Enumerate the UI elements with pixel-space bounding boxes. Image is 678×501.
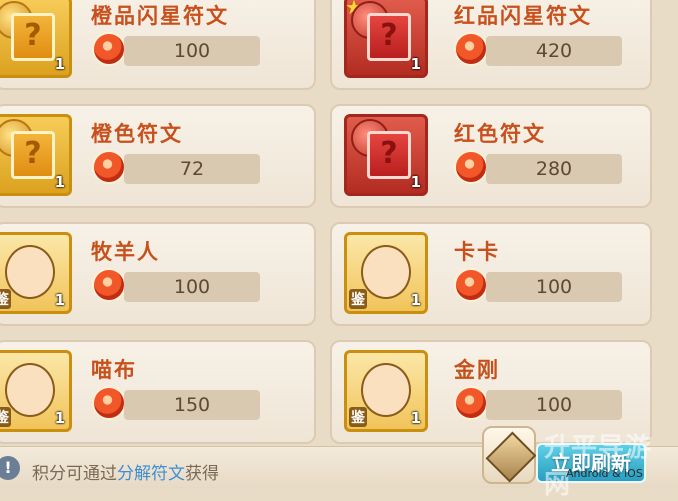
item-name: 橙品闪星符文 bbox=[91, 4, 229, 28]
mystery-box-icon: ? bbox=[11, 13, 55, 61]
item-thumbnail: ? 1 bbox=[0, 114, 72, 196]
price-button[interactable]: 100 bbox=[124, 272, 260, 302]
price-button[interactable]: 100 bbox=[486, 390, 622, 420]
item-name: 红色符文 bbox=[454, 122, 546, 146]
decompose-rune-link[interactable]: 分解符文 bbox=[117, 464, 185, 484]
points-currency-icon bbox=[454, 386, 488, 420]
item-name: 喵布 bbox=[91, 358, 137, 382]
item-count: 1 bbox=[410, 291, 421, 309]
points-hint: 积分可通过分解符文获得 bbox=[32, 459, 219, 484]
shop-item-card[interactable]: ? 1 红色符文 280 bbox=[330, 104, 652, 208]
points-currency-icon bbox=[92, 386, 126, 420]
crystal-gem-icon bbox=[485, 431, 537, 483]
item-thumbnail: ? 1 bbox=[344, 114, 428, 196]
points-currency-icon bbox=[92, 32, 126, 66]
price-button[interactable]: 150 bbox=[124, 390, 260, 420]
watermark: 升平导游网 bbox=[544, 433, 653, 500]
item-count: 1 bbox=[54, 409, 65, 427]
item-name: 牧羊人 bbox=[91, 240, 160, 264]
mystery-box-icon: ? bbox=[11, 131, 55, 179]
item-count: 1 bbox=[410, 55, 421, 73]
appraise-badge: 鉴 bbox=[0, 407, 11, 427]
refresh-crystal-icon bbox=[482, 426, 537, 484]
shop-item-card[interactable]: 鉴 1 喵布 150 bbox=[0, 340, 316, 444]
item-count: 1 bbox=[54, 55, 65, 73]
points-currency-icon bbox=[454, 32, 488, 66]
mystery-box-icon: ? bbox=[367, 13, 411, 61]
price-button[interactable]: 100 bbox=[486, 272, 622, 302]
shop-item-card[interactable]: ? 1 橙色符文 72 bbox=[0, 104, 316, 208]
hero-face-icon bbox=[361, 245, 411, 299]
appraise-badge: 鉴 bbox=[349, 407, 367, 427]
item-name: 金刚 bbox=[454, 358, 500, 382]
price-button[interactable]: 100 bbox=[124, 36, 260, 66]
hero-face-icon bbox=[5, 363, 55, 417]
hero-face-icon bbox=[361, 363, 411, 417]
item-name: 橙色符文 bbox=[91, 122, 183, 146]
points-currency-icon bbox=[92, 268, 126, 302]
item-count: 1 bbox=[410, 173, 421, 191]
hint-suffix: 获得 bbox=[185, 464, 219, 484]
points-currency-icon bbox=[92, 150, 126, 184]
hero-portrait: 鉴 1 bbox=[0, 232, 72, 314]
shop-item-card[interactable]: ? 1 橙品闪星符文 100 bbox=[0, 0, 316, 90]
item-name: 卡卡 bbox=[454, 240, 500, 264]
item-name: 红品闪星符文 bbox=[454, 4, 592, 28]
item-thumbnail: ? 1 bbox=[0, 0, 72, 78]
item-count: 1 bbox=[54, 173, 65, 191]
item-count: 1 bbox=[410, 409, 421, 427]
hint-prefix: 积分可通过 bbox=[32, 464, 117, 484]
appraise-badge: 鉴 bbox=[349, 289, 367, 309]
shop-item-card[interactable]: ★ ? 1 红品闪星符文 420 bbox=[330, 0, 652, 90]
appraise-badge: 鉴 bbox=[0, 289, 11, 309]
price-button[interactable]: 280 bbox=[486, 154, 622, 184]
item-count: 1 bbox=[54, 291, 65, 309]
points-currency-icon bbox=[454, 268, 488, 302]
hero-portrait: 鉴 1 bbox=[344, 232, 428, 314]
mystery-box-icon: ? bbox=[367, 131, 411, 179]
item-thumbnail: ★ ? 1 bbox=[344, 0, 428, 78]
hero-portrait: 鉴 1 bbox=[0, 350, 72, 432]
hero-portrait: 鉴 1 bbox=[344, 350, 428, 432]
points-currency-icon bbox=[454, 150, 488, 184]
hero-face-icon bbox=[5, 245, 55, 299]
shop-item-card[interactable]: 鉴 1 牧羊人 100 bbox=[0, 222, 316, 326]
price-button[interactable]: 420 bbox=[486, 36, 622, 66]
watermark-subtitle: Android & iOS bbox=[566, 467, 643, 480]
shop-item-card[interactable]: 鉴 1 卡卡 100 bbox=[330, 222, 652, 326]
price-button[interactable]: 72 bbox=[124, 154, 260, 184]
